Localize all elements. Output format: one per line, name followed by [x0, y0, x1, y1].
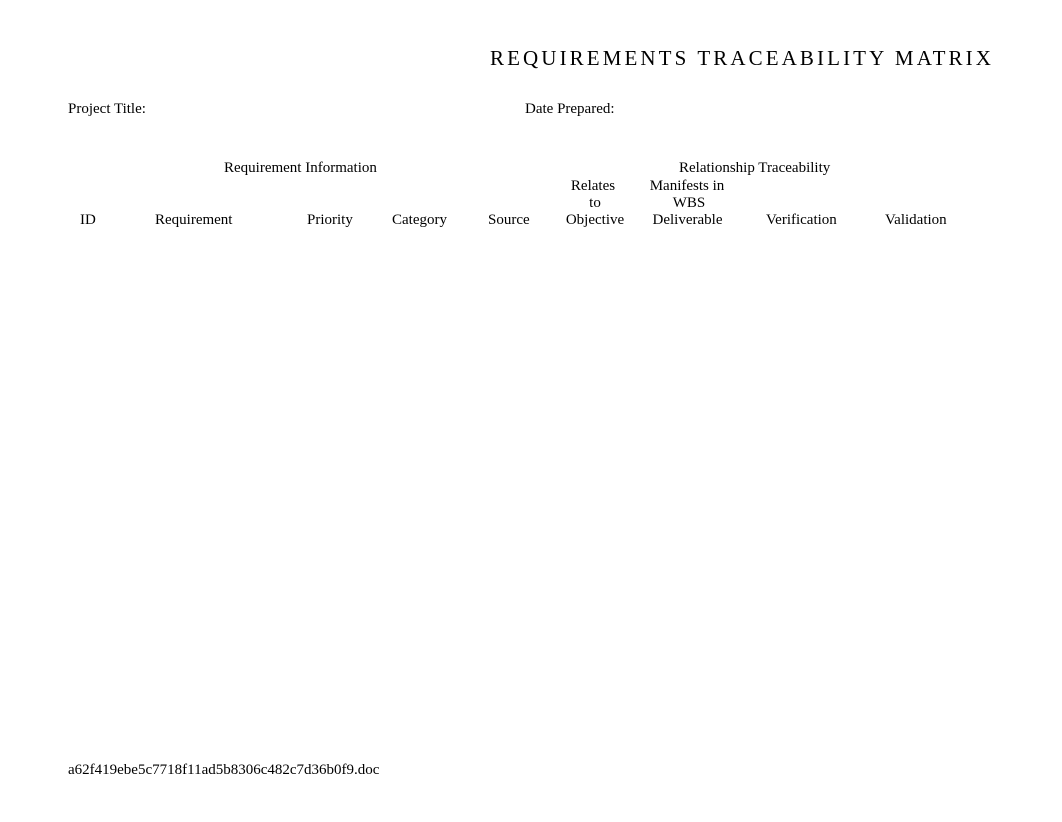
- manifests-line-3: Deliverable: [652, 212, 723, 228]
- column-header-validation: Validation: [885, 212, 947, 228]
- group-header-relationship-traceability: Relationship Traceability: [679, 160, 831, 176]
- column-header-priority: Priority: [307, 212, 353, 228]
- date-prepared-label: Date Prepared:: [525, 101, 615, 117]
- column-header-id: ID: [80, 212, 96, 228]
- document-title: REQUIREMENTS TRACEABILITY MATRIX: [490, 46, 995, 70]
- relates-line-3: Objective: [565, 212, 625, 228]
- column-header-relates-to-objective: Relates to Objective: [560, 178, 630, 229]
- project-title-label: Project Title:: [68, 101, 146, 117]
- group-header-requirement-information: Requirement Information: [224, 160, 377, 176]
- footer-filename: a62f419ebe5c7718f11ad5b8306c482c7d36b0f9…: [68, 762, 380, 778]
- manifests-line-2: WBS: [672, 195, 706, 211]
- manifests-line-1: Manifests in: [649, 178, 725, 194]
- column-header-requirement: Requirement: [155, 212, 233, 228]
- column-header-verification: Verification: [766, 212, 837, 228]
- column-header-manifests-in-wbs-deliverable: Manifests in WBS Deliverable: [645, 178, 731, 229]
- column-header-source: Source: [488, 212, 530, 228]
- relates-line-2: to: [589, 195, 601, 211]
- relates-line-1: Relates: [570, 178, 616, 194]
- column-header-category: Category: [392, 212, 447, 228]
